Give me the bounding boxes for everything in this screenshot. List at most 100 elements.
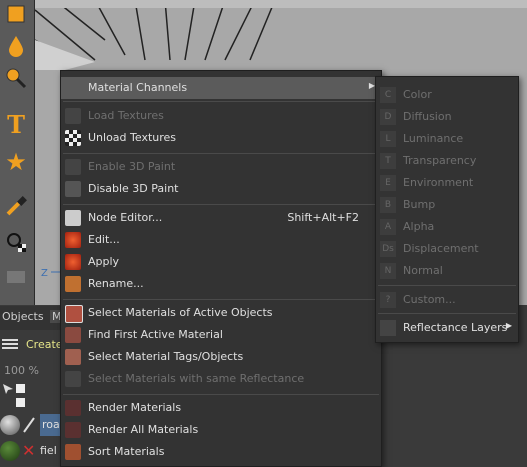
edit-icon bbox=[65, 232, 81, 248]
material-row-1[interactable]: roa bbox=[0, 414, 62, 438]
menu-item-label: Edit... bbox=[88, 233, 120, 246]
select-tags-icon bbox=[65, 349, 81, 365]
menu-item-apply[interactable]: Apply bbox=[61, 251, 381, 273]
load-textures-icon bbox=[65, 108, 81, 124]
submenu-item-bump[interactable]: B Bump bbox=[376, 194, 518, 216]
enable-3d-paint-icon bbox=[65, 159, 81, 175]
text-tool-icon[interactable]: T bbox=[2, 110, 30, 139]
material-row-2[interactable]: ✕ fiel bbox=[0, 440, 60, 464]
menu-item-label: Unload Textures bbox=[88, 131, 177, 144]
submenu-item-label: Color bbox=[403, 88, 432, 101]
box-tool-icon[interactable] bbox=[2, 0, 30, 28]
material-sphere-icon bbox=[0, 441, 20, 461]
submenu-item-environment[interactable]: E Environment bbox=[376, 172, 518, 194]
menu-item-label: Find First Active Material bbox=[88, 328, 223, 341]
transparency-channel-icon: T bbox=[380, 153, 396, 169]
render-materials-icon bbox=[65, 400, 81, 416]
sort-materials-icon bbox=[65, 444, 81, 460]
grid-tool-icon[interactable] bbox=[2, 262, 30, 290]
bump-channel-icon: B bbox=[380, 197, 396, 213]
menu-item-select-reflectance[interactable]: Select Materials with same Reflectance bbox=[61, 368, 381, 390]
submenu-item-alpha[interactable]: A Alpha bbox=[376, 216, 518, 238]
menu-item-disable-3d-paint[interactable]: Disable 3D Paint bbox=[61, 178, 381, 200]
submenu-item-label: Normal bbox=[403, 264, 443, 277]
menu-item-unload-textures[interactable]: Unload Textures bbox=[61, 127, 381, 149]
diffusion-channel-icon: D bbox=[380, 109, 396, 125]
submenu-item-label: Displacement bbox=[403, 242, 479, 255]
menu-item-sort-materials[interactable]: Sort Materials bbox=[61, 441, 381, 463]
magnifier-tool-icon[interactable] bbox=[2, 64, 30, 92]
menu-item-label: Node Editor... bbox=[88, 211, 163, 224]
render-all-icon bbox=[65, 422, 81, 438]
menu-item-label: Rename... bbox=[88, 277, 144, 290]
menu-item-edit[interactable]: Edit... bbox=[61, 229, 381, 251]
find-first-icon bbox=[65, 327, 81, 343]
axis-label: Z bbox=[41, 268, 48, 279]
menu-item-load-textures[interactable]: Load Textures bbox=[61, 105, 381, 127]
node-editor-icon bbox=[65, 210, 81, 226]
submenu-item-normal[interactable]: N Normal bbox=[376, 260, 518, 282]
menu-item-enable-3d-paint[interactable]: Enable 3D Paint bbox=[61, 156, 381, 178]
menu-item-label: Select Materials with same Reflectance bbox=[88, 372, 305, 385]
color-channel-icon: C bbox=[380, 87, 396, 103]
material-context-menu: Material Channels ▶ Load Textures Unload… bbox=[60, 70, 382, 467]
select-active-icon bbox=[65, 305, 83, 323]
apply-icon bbox=[65, 254, 81, 270]
checkbox-1[interactable] bbox=[16, 384, 25, 393]
separator bbox=[63, 299, 379, 300]
separator bbox=[63, 394, 379, 395]
close-icon[interactable]: ✕ bbox=[22, 442, 36, 460]
tab-objects[interactable]: Objects bbox=[2, 310, 44, 323]
menu-item-label: Render All Materials bbox=[88, 423, 199, 436]
submenu-arrow-icon: ▶ bbox=[505, 321, 512, 330]
star-tool-icon[interactable]: ★ bbox=[2, 148, 30, 176]
separator bbox=[63, 101, 379, 102]
panel-tabs: Objects M bbox=[0, 306, 64, 330]
menu-item-select-tags[interactable]: Select Material Tags/Objects bbox=[61, 346, 381, 368]
separator bbox=[63, 204, 379, 205]
alpha-channel-icon: A bbox=[380, 219, 396, 235]
submenu-item-label: Environment bbox=[403, 176, 474, 189]
separator bbox=[63, 153, 379, 154]
menu-item-find-first[interactable]: Find First Active Material bbox=[61, 324, 381, 346]
submenu-item-diffusion[interactable]: D Diffusion bbox=[376, 106, 518, 128]
submenu-item-displacement[interactable]: Ds Displacement bbox=[376, 238, 518, 260]
hamburger-menu-icon[interactable] bbox=[2, 337, 18, 351]
menu-item-label: Select Materials of Active Objects bbox=[88, 306, 273, 319]
left-toolbar: T ★ bbox=[0, 0, 35, 310]
zoom-level[interactable]: 100 % bbox=[4, 364, 39, 377]
environment-channel-icon: E bbox=[380, 175, 396, 191]
create-menu[interactable]: Create bbox=[26, 338, 63, 351]
submenu-item-reflectance-layers[interactable]: Reflectance Layers ▶ bbox=[376, 317, 518, 339]
material-name[interactable]: roa bbox=[40, 414, 62, 436]
submenu-item-color[interactable]: C Color bbox=[376, 84, 518, 106]
menu-item-select-active[interactable]: Select Materials of Active Objects bbox=[61, 302, 381, 324]
menu-item-label: Material Channels bbox=[88, 81, 188, 94]
menu-item-rename[interactable]: Rename... bbox=[61, 273, 381, 295]
rename-icon bbox=[65, 276, 81, 292]
material-sphere-icon bbox=[0, 415, 20, 435]
menu-item-render-materials[interactable]: Render Materials bbox=[61, 397, 381, 419]
cursor-icon[interactable] bbox=[2, 383, 14, 395]
drop-tool-icon[interactable] bbox=[2, 32, 30, 60]
menu-item-label: Sort Materials bbox=[88, 445, 165, 458]
eyedropper-tool-icon[interactable] bbox=[2, 192, 30, 220]
separator bbox=[378, 313, 516, 314]
menu-item-node-editor[interactable]: Node Editor... Shift+Alt+F2 bbox=[61, 207, 381, 229]
texture-magnifier-icon[interactable] bbox=[2, 228, 30, 256]
menu-item-label: Enable 3D Paint bbox=[88, 160, 176, 173]
menu-item-label: Load Textures bbox=[88, 109, 164, 122]
menu-item-label: Select Material Tags/Objects bbox=[88, 350, 244, 363]
displacement-channel-icon: Ds bbox=[380, 241, 396, 257]
checkbox-2[interactable] bbox=[16, 398, 25, 407]
submenu-item-transparency[interactable]: T Transparency bbox=[376, 150, 518, 172]
paintbrush-icon bbox=[22, 416, 36, 434]
unload-textures-icon bbox=[65, 130, 81, 146]
submenu-item-luminance[interactable]: L Luminance bbox=[376, 128, 518, 150]
submenu-item-label: Diffusion bbox=[403, 110, 452, 123]
menu-item-render-all[interactable]: Render All Materials bbox=[61, 419, 381, 441]
menu-item-material-channels[interactable]: Material Channels ▶ bbox=[61, 77, 381, 99]
material-name[interactable]: fiel bbox=[40, 444, 57, 457]
submenu-item-label: Transparency bbox=[403, 154, 477, 167]
submenu-item-custom[interactable]: ? Custom... bbox=[376, 289, 518, 311]
